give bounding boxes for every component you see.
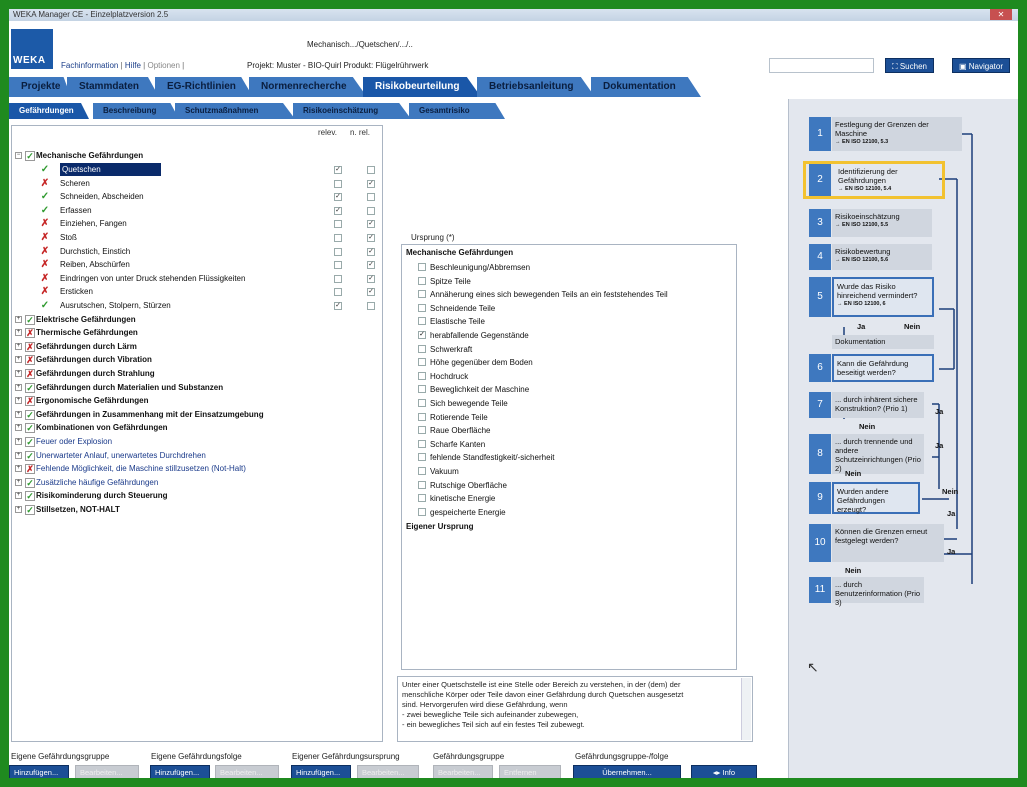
flow-step-number: 7 xyxy=(809,392,831,418)
flow-step-text: ... durch trennende und andere Schutzein… xyxy=(835,437,921,473)
flow-step-text: ... durch Benutzerinformation (Prio 3) xyxy=(835,580,921,607)
flow-yes-label: Ja xyxy=(857,322,866,331)
flow-step-text: Kann die Gefährdung beseitigt werden? xyxy=(837,359,909,377)
flow-step-number: 9 xyxy=(809,482,831,514)
flow-step-number: 1 xyxy=(809,117,831,151)
flow-step-ref: → EN ISO 12100, 6 xyxy=(837,301,886,307)
flow-step[interactable]: Kann die Gefährdung beseitigt werden? xyxy=(832,354,934,382)
flow-step-text: Festlegung der Grenzen der Maschine xyxy=(835,120,929,138)
flow-step-text: Risikoeinschätzung xyxy=(835,212,900,221)
flow-no-label: Nein xyxy=(859,422,876,431)
flow-yes-label: Ja xyxy=(935,407,944,416)
flow-step-text: Identifizierung der Gefährdungen xyxy=(838,167,898,185)
app-window: WEKA Manager CE - Einzelplatzversion 2.5… xyxy=(9,9,1018,778)
flow-no-label: Nein xyxy=(904,322,921,331)
flow-step-number: 10 xyxy=(809,524,831,562)
flow-step[interactable]: Wurden andere Gefährdungen erzeugt? xyxy=(832,482,920,514)
flow-step-number: 3 xyxy=(809,209,831,237)
flow-step-number: 5 xyxy=(809,277,831,317)
flow-step[interactable]: Festlegung der Grenzen der Maschine → EN … xyxy=(832,117,962,151)
flow-step[interactable]: Können die Grenzen erneut festgelegt wer… xyxy=(832,524,944,562)
flow-step[interactable]: Risikobewertung → EN ISO 12100, 5.6 xyxy=(832,244,932,270)
flow-step-text: Wurde das Risiko hinreichend vermindert? xyxy=(837,282,918,300)
flow-step-text: Wurden andere Gefährdungen erzeugt? xyxy=(837,487,889,514)
flow-no-label: Nein xyxy=(845,566,862,575)
flow-step[interactable]: Wurde das Risiko hinreichend vermindert?… xyxy=(832,277,934,317)
flow-step-ref: → EN ISO 12100, 5.6 xyxy=(835,257,889,263)
flow-no-label: Nein xyxy=(942,487,959,496)
flow-yes-label: Ja xyxy=(935,441,944,450)
flow-step[interactable]: ... durch Benutzerinformation (Prio 3) xyxy=(832,577,924,607)
flow-step[interactable]: ... durch inhärent sichere Konstruktion?… xyxy=(832,392,924,418)
mouse-cursor-icon: ↖ xyxy=(807,659,819,675)
flow-step[interactable]: Identifizierung der Gefährdungen → EN ISO… xyxy=(803,161,945,199)
flow-step-ref: → EN ISO 12100, 5.3 xyxy=(835,139,889,145)
flow-documentation[interactable]: Dokumentation xyxy=(832,335,934,349)
flow-step-text: ... durch inhärent sichere Konstruktion?… xyxy=(835,395,918,413)
flow-step-text: Können die Grenzen erneut festgelegt wer… xyxy=(835,527,928,545)
flow-no-label: Nein xyxy=(845,469,862,478)
flow-yes-label: Ja xyxy=(947,547,956,556)
flow-step-ref: → EN ISO 12100, 5.5 xyxy=(835,222,889,228)
flow-step-number: 6 xyxy=(809,354,831,382)
flow-step-text: Risikobewertung xyxy=(835,247,891,256)
flow-yes-label: Ja xyxy=(947,509,956,518)
flow-step[interactable]: Risikoeinschätzung → EN ISO 12100, 5.5 xyxy=(832,209,932,237)
flow-step-number: 8 xyxy=(809,434,831,474)
flow-step-ref: → EN ISO 12100, 5.4 xyxy=(838,186,892,192)
flow-step-number: 4 xyxy=(809,244,831,270)
flow-step-number: 11 xyxy=(809,577,831,603)
flow-step[interactable]: ... durch trennende und andere Schutzein… xyxy=(832,434,924,474)
